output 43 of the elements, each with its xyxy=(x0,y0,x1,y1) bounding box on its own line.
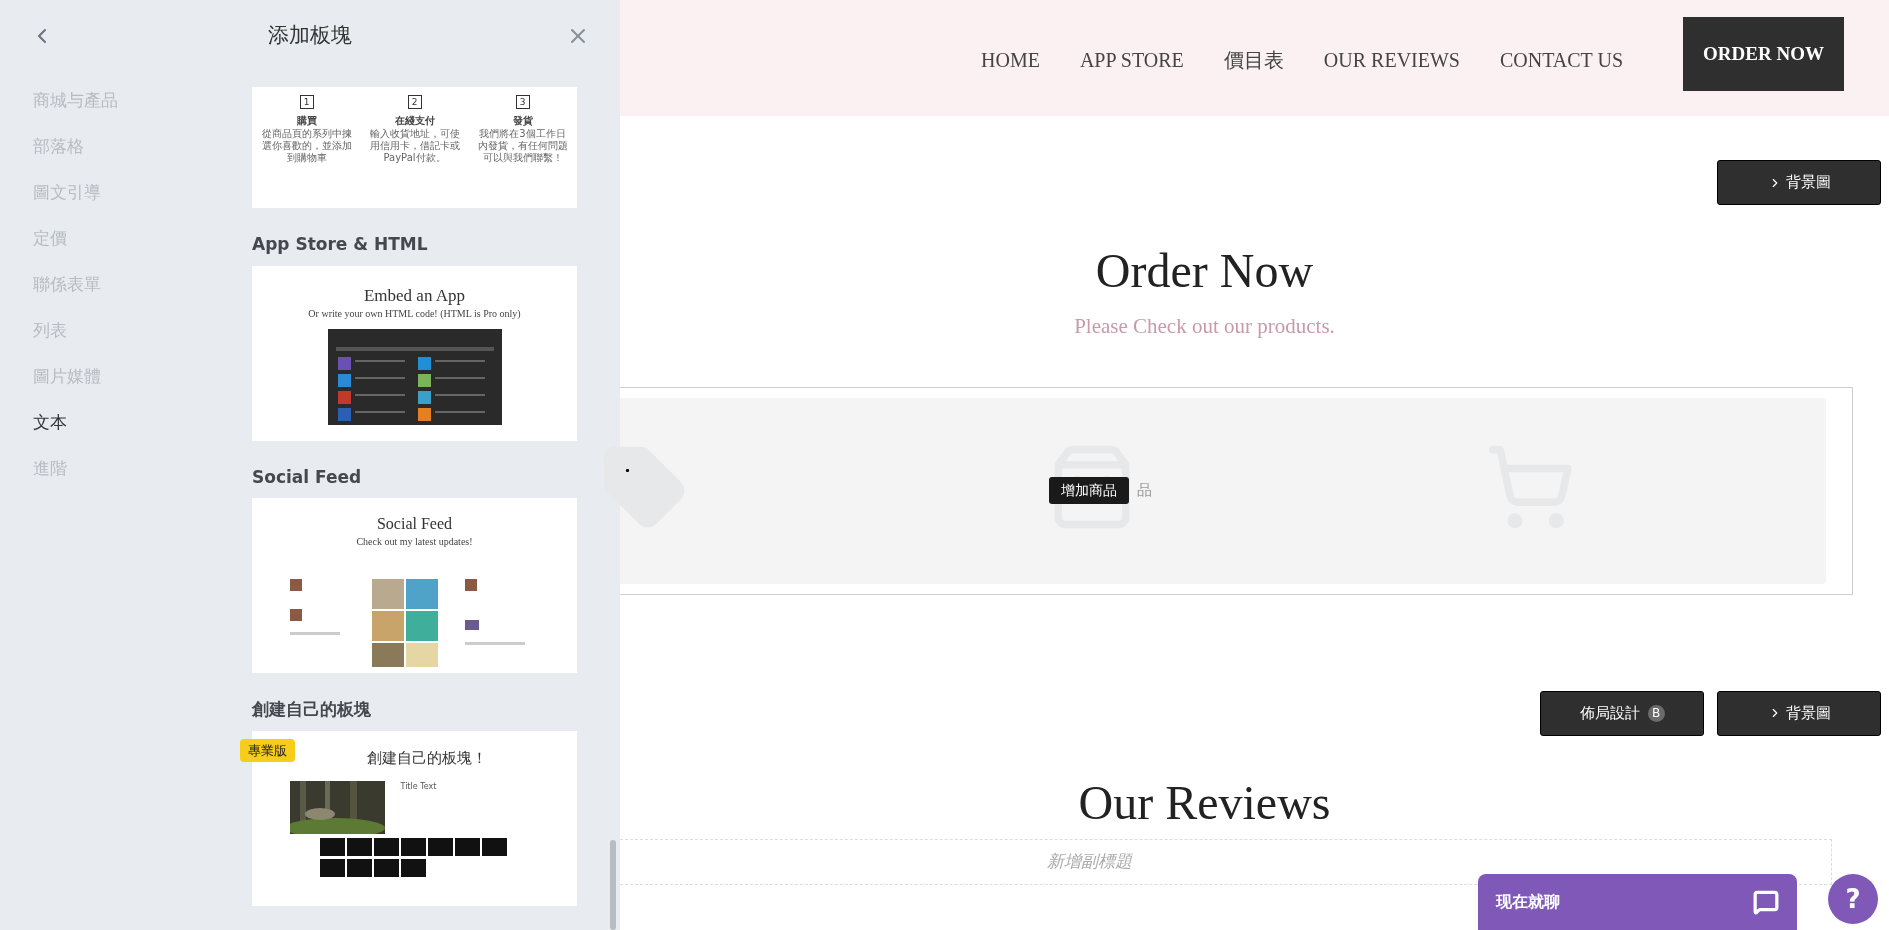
card-subtitle: Check out my latest updates! xyxy=(356,535,473,549)
step-text: 從商品頁的系列中揀選你喜歡的，並添加到購物車 xyxy=(260,128,353,164)
background-button[interactable]: 背景圖 xyxy=(1717,160,1881,205)
card-title: Embed an App xyxy=(363,285,465,306)
template-card[interactable]: 1 購買 從商品頁的系列中揀選你喜歡的，並添加到購物車 2 在綫支付 輸入收貨地址，可使用信用卡，借記卡或PayPal付款。 3 發貨 我們將在3個工作日內發貨，有任何問題可以與我們聯繫！ xyxy=(252,87,577,208)
step-text: 我們將在3個工作日內發貨，有任何問題可以與我們聯繫！ xyxy=(476,128,569,164)
step-number: 1 xyxy=(299,95,314,109)
card-title: 創建自己的板塊！ xyxy=(366,747,487,769)
section-title: Order Now xyxy=(1094,243,1315,299)
nav-link[interactable]: 價目表 xyxy=(1223,45,1284,75)
section-heading: 創建自己的板塊 xyxy=(252,698,372,721)
nav-link[interactable]: CONTACT US xyxy=(1499,45,1623,75)
background-button[interactable]: 背景圖 xyxy=(1717,690,1881,736)
layout-button[interactable]: 佈局設計 B xyxy=(1540,690,1704,736)
add-product-tooltip: 增加商品 xyxy=(1049,477,1129,504)
version-badge: B xyxy=(1647,704,1665,722)
card-title: Social Feed xyxy=(376,514,453,534)
scrollbar-thumb[interactable] xyxy=(610,840,616,930)
order-now-button[interactable]: ORDER NOW xyxy=(1683,17,1844,91)
nav-link[interactable]: APP STORE xyxy=(1079,45,1184,75)
chat-button[interactable]: 现在就聊 xyxy=(1478,874,1797,930)
template-card[interactable]: Embed an App Or write your own HTML code! (HTML is Pro only) xyxy=(252,265,577,441)
card-subtitle: Or write your own HTML code! (HTML is Pro only) xyxy=(308,306,521,321)
section-title: Our Reviews xyxy=(1077,774,1332,831)
pro-badge: 專業版 xyxy=(240,738,295,762)
nav-link[interactable]: OUR REVIEWS xyxy=(1323,45,1460,75)
step-title: 發貨 xyxy=(512,114,533,128)
nav-link[interactable]: HOME xyxy=(981,45,1040,75)
section-subtitle: Please Check out our products. xyxy=(1073,313,1336,340)
chat-icon xyxy=(1753,889,1779,915)
step-number: 2 xyxy=(407,95,422,109)
card-heading: Title Text xyxy=(400,781,437,793)
category-item[interactable]: 文本 xyxy=(33,410,252,434)
step-number: 3 xyxy=(515,95,530,109)
step-text: 輸入收貨地址，可使用信用卡，借記卡或PayPal付款。 xyxy=(368,128,461,164)
template-card[interactable]: Social Feed Check out my latest updates! xyxy=(252,498,577,673)
section-heading: Social Feed xyxy=(252,465,363,489)
step-title: 在綫支付 xyxy=(394,114,435,128)
step-title: 購買 xyxy=(296,114,317,128)
help-button[interactable]: ? xyxy=(1828,874,1878,924)
panel-title: 添加板塊 xyxy=(268,22,352,50)
add-product-hint: 品 xyxy=(1137,480,1152,502)
section-heading: App Store & HTML xyxy=(252,233,429,256)
